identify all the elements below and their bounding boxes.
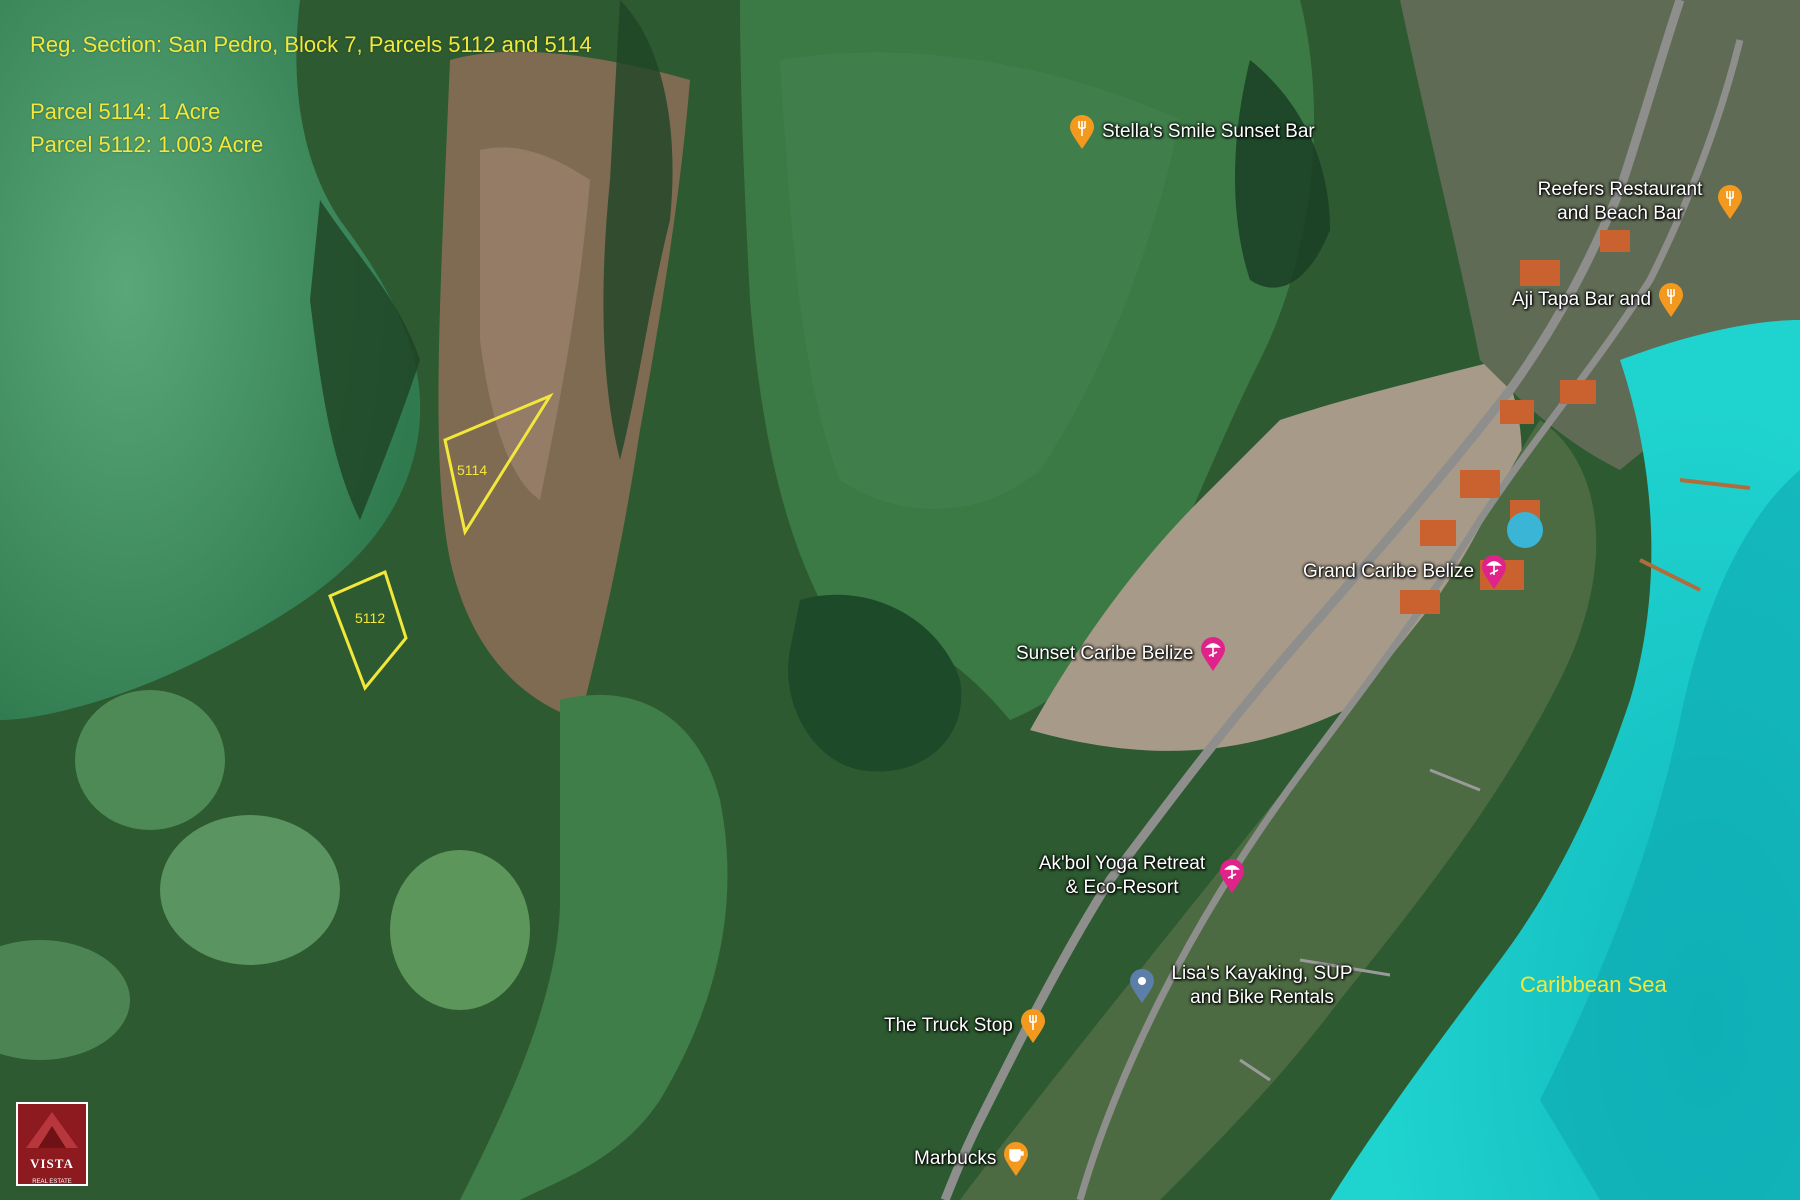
parcel-5112-label: 5112: [355, 610, 386, 626]
satellite-map[interactable]: 5114 5112 Reg. Section: San Pedro, Block…: [0, 0, 1800, 1200]
poi-aji-tapa[interactable]: Aji Tapa Bar and: [1512, 282, 1685, 318]
restaurant-pin-icon: [1070, 115, 1094, 149]
poi-sunset-caribe[interactable]: Sunset Caribe Belize: [1016, 636, 1227, 672]
logo-subtitle: REAL ESTATE: [32, 1179, 72, 1185]
cafe-pin-icon: [1004, 1142, 1029, 1176]
parcel-5112-area: Parcel 5112: 1.003 Acre: [30, 132, 264, 157]
poi-label: The Truck Stop: [884, 1015, 1013, 1036]
parcel-5114-area: Parcel 5114: 1 Acre: [30, 99, 221, 124]
poi-lisas-kayaking[interactable]: Lisa's Kayaking, SUP and Bike Rentals: [1128, 962, 1362, 1010]
poi-grand-caribe[interactable]: Grand Caribe Belize: [1303, 554, 1508, 590]
logo-name: VISTA: [30, 1156, 74, 1171]
vista-real-estate-logo: VISTA REAL ESTATE: [16, 1102, 88, 1186]
hotel-pin-icon: [1220, 859, 1244, 893]
hotel-pin-icon: [1482, 555, 1507, 589]
registration-section-label: Reg. Section: San Pedro, Block 7, Parcel…: [30, 32, 592, 57]
restaurant-pin-icon: [1020, 1009, 1045, 1043]
poi-marbucks[interactable]: Marbucks: [914, 1141, 1030, 1177]
poi-label: Grand Caribe Belize: [1303, 561, 1475, 582]
parcel-5112-outline[interactable]: [328, 569, 408, 691]
poi-label: Sunset Caribe Belize: [1016, 643, 1194, 664]
poi-reefers[interactable]: Reefers Restaurant and Beach Bar: [1530, 178, 1744, 226]
caribbean-sea-label: Caribbean Sea: [1520, 972, 1667, 997]
poi-label: Ak'bol Yoga Retreat & Eco-Resort: [1038, 853, 1206, 898]
poi-label: Stella's Smile Sunset Bar: [1102, 121, 1315, 142]
parcel-5114-label: 5114: [457, 462, 488, 478]
logo-emblem-icon: [26, 1112, 78, 1148]
poi-stellas-smile[interactable]: Stella's Smile Sunset Bar: [1068, 114, 1315, 150]
poi-akbol-yoga[interactable]: Ak'bol Yoga Retreat & Eco-Resort: [1032, 852, 1246, 900]
poi-label: Aji Tapa Bar and: [1512, 289, 1652, 310]
poi-truck-stop[interactable]: The Truck Stop: [884, 1008, 1047, 1044]
poi-label: Marbucks: [914, 1148, 997, 1169]
restaurant-pin-icon: [1659, 283, 1684, 317]
restaurant-pin-icon: [1718, 185, 1742, 219]
poi-label: Reefers Restaurant and Beach Bar: [1537, 179, 1703, 224]
hotel-pin-icon: [1201, 637, 1226, 671]
poi-label: Lisa's Kayaking, SUP and Bike Rentals: [1171, 963, 1353, 1008]
location-pin-icon: [1130, 969, 1154, 1003]
